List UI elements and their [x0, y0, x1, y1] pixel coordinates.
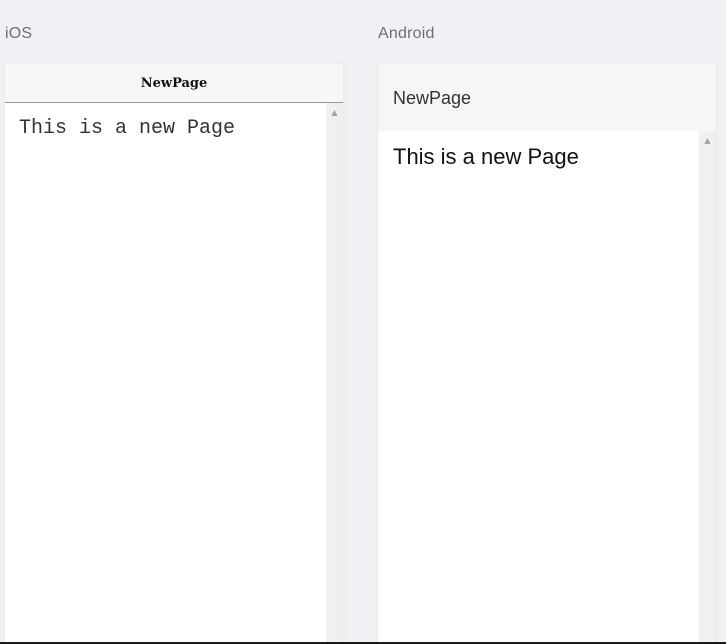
android-body-label: This is a new Page [393, 144, 579, 169]
ios-body-label: This is a new Page [19, 117, 236, 140]
android-page-title: NewPage [393, 88, 472, 108]
ios-preview-frame: NewPage This is a new Page ▲ [5, 64, 343, 644]
android-platform-label: Android [378, 25, 435, 42]
android-page-content: This is a new Page [378, 131, 699, 644]
android-preview-frame: NewPage This is a new Page ▲ [378, 64, 716, 644]
ios-navigation-bar: NewPage [5, 64, 343, 103]
ios-page-content: This is a new Page [5, 103, 326, 644]
ios-scrollbar[interactable]: ▲ [326, 103, 343, 644]
ios-platform-label: iOS [5, 25, 33, 42]
android-app-bar: NewPage [378, 64, 716, 131]
scroll-up-arrow-icon[interactable]: ▲ [699, 137, 716, 145]
android-scrollbar[interactable]: ▲ [699, 131, 716, 644]
ios-page-title: NewPage [140, 75, 208, 91]
scroll-up-arrow-icon[interactable]: ▲ [326, 109, 343, 117]
